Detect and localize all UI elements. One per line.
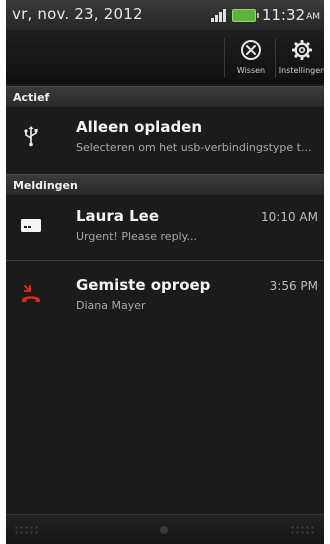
status-bar: vr, nov. 23, 2012 11:32 AM (6, 0, 324, 30)
battery-icon (231, 8, 259, 22)
missed-call-subtitle: Diana Mayer (76, 299, 146, 312)
status-indicators: 11:32 AM (210, 5, 320, 25)
usb-icon (24, 126, 38, 147)
status-time: 11:32 (261, 6, 306, 24)
message-notification[interactable]: Laura Lee Urgent! Please reply... 10:10 … (6, 196, 324, 254)
toolbar-divider (224, 38, 225, 78)
section-header-active: Actief (6, 86, 324, 107)
usb-notification-title: Alleen opladen (76, 118, 203, 136)
message-notification-title: Laura Lee (76, 207, 160, 225)
notification-toolbar: Wissen Instellingen (6, 30, 324, 84)
settings-label: Instellingen (278, 66, 324, 75)
close-circle-icon (241, 40, 261, 60)
message-notification-subtitle: Urgent! Please reply... (76, 230, 198, 243)
handle-dot-icon (160, 526, 168, 534)
missed-call-title: Gemiste oproep (76, 276, 211, 294)
panel-drag-handle[interactable] (6, 514, 324, 544)
notification-panel: vr, nov. 23, 2012 11:32 AM Wissen Instel… (6, 0, 324, 544)
grip-left-icon (14, 525, 40, 535)
message-notification-time: 10:10 AM (261, 210, 318, 224)
gear-icon (292, 40, 312, 60)
settings-button[interactable]: Instellingen (278, 30, 324, 84)
notification-divider (6, 260, 324, 261)
missed-call-icon (22, 285, 40, 302)
toolbar-divider (275, 38, 276, 78)
signal-icon (210, 8, 226, 22)
clear-label: Wissen (236, 66, 266, 75)
missed-call-notification[interactable]: Gemiste oproep Diana Mayer 3:56 PM (6, 265, 324, 323)
clear-button[interactable]: Wissen (227, 30, 275, 84)
usb-notification-subtitle: Selecteren om het usb-verbindingstype t.… (76, 141, 312, 154)
message-icon (21, 219, 41, 232)
grip-right-icon (290, 525, 316, 535)
section-header-notifications: Meldingen (6, 174, 324, 195)
status-ampm: AM (306, 12, 320, 22)
ongoing-usb-notification[interactable]: Alleen opladen Selecteren om het usb-ver… (6, 107, 324, 165)
status-date: vr, nov. 23, 2012 (12, 5, 143, 23)
missed-call-time: 3:56 PM (269, 279, 318, 293)
